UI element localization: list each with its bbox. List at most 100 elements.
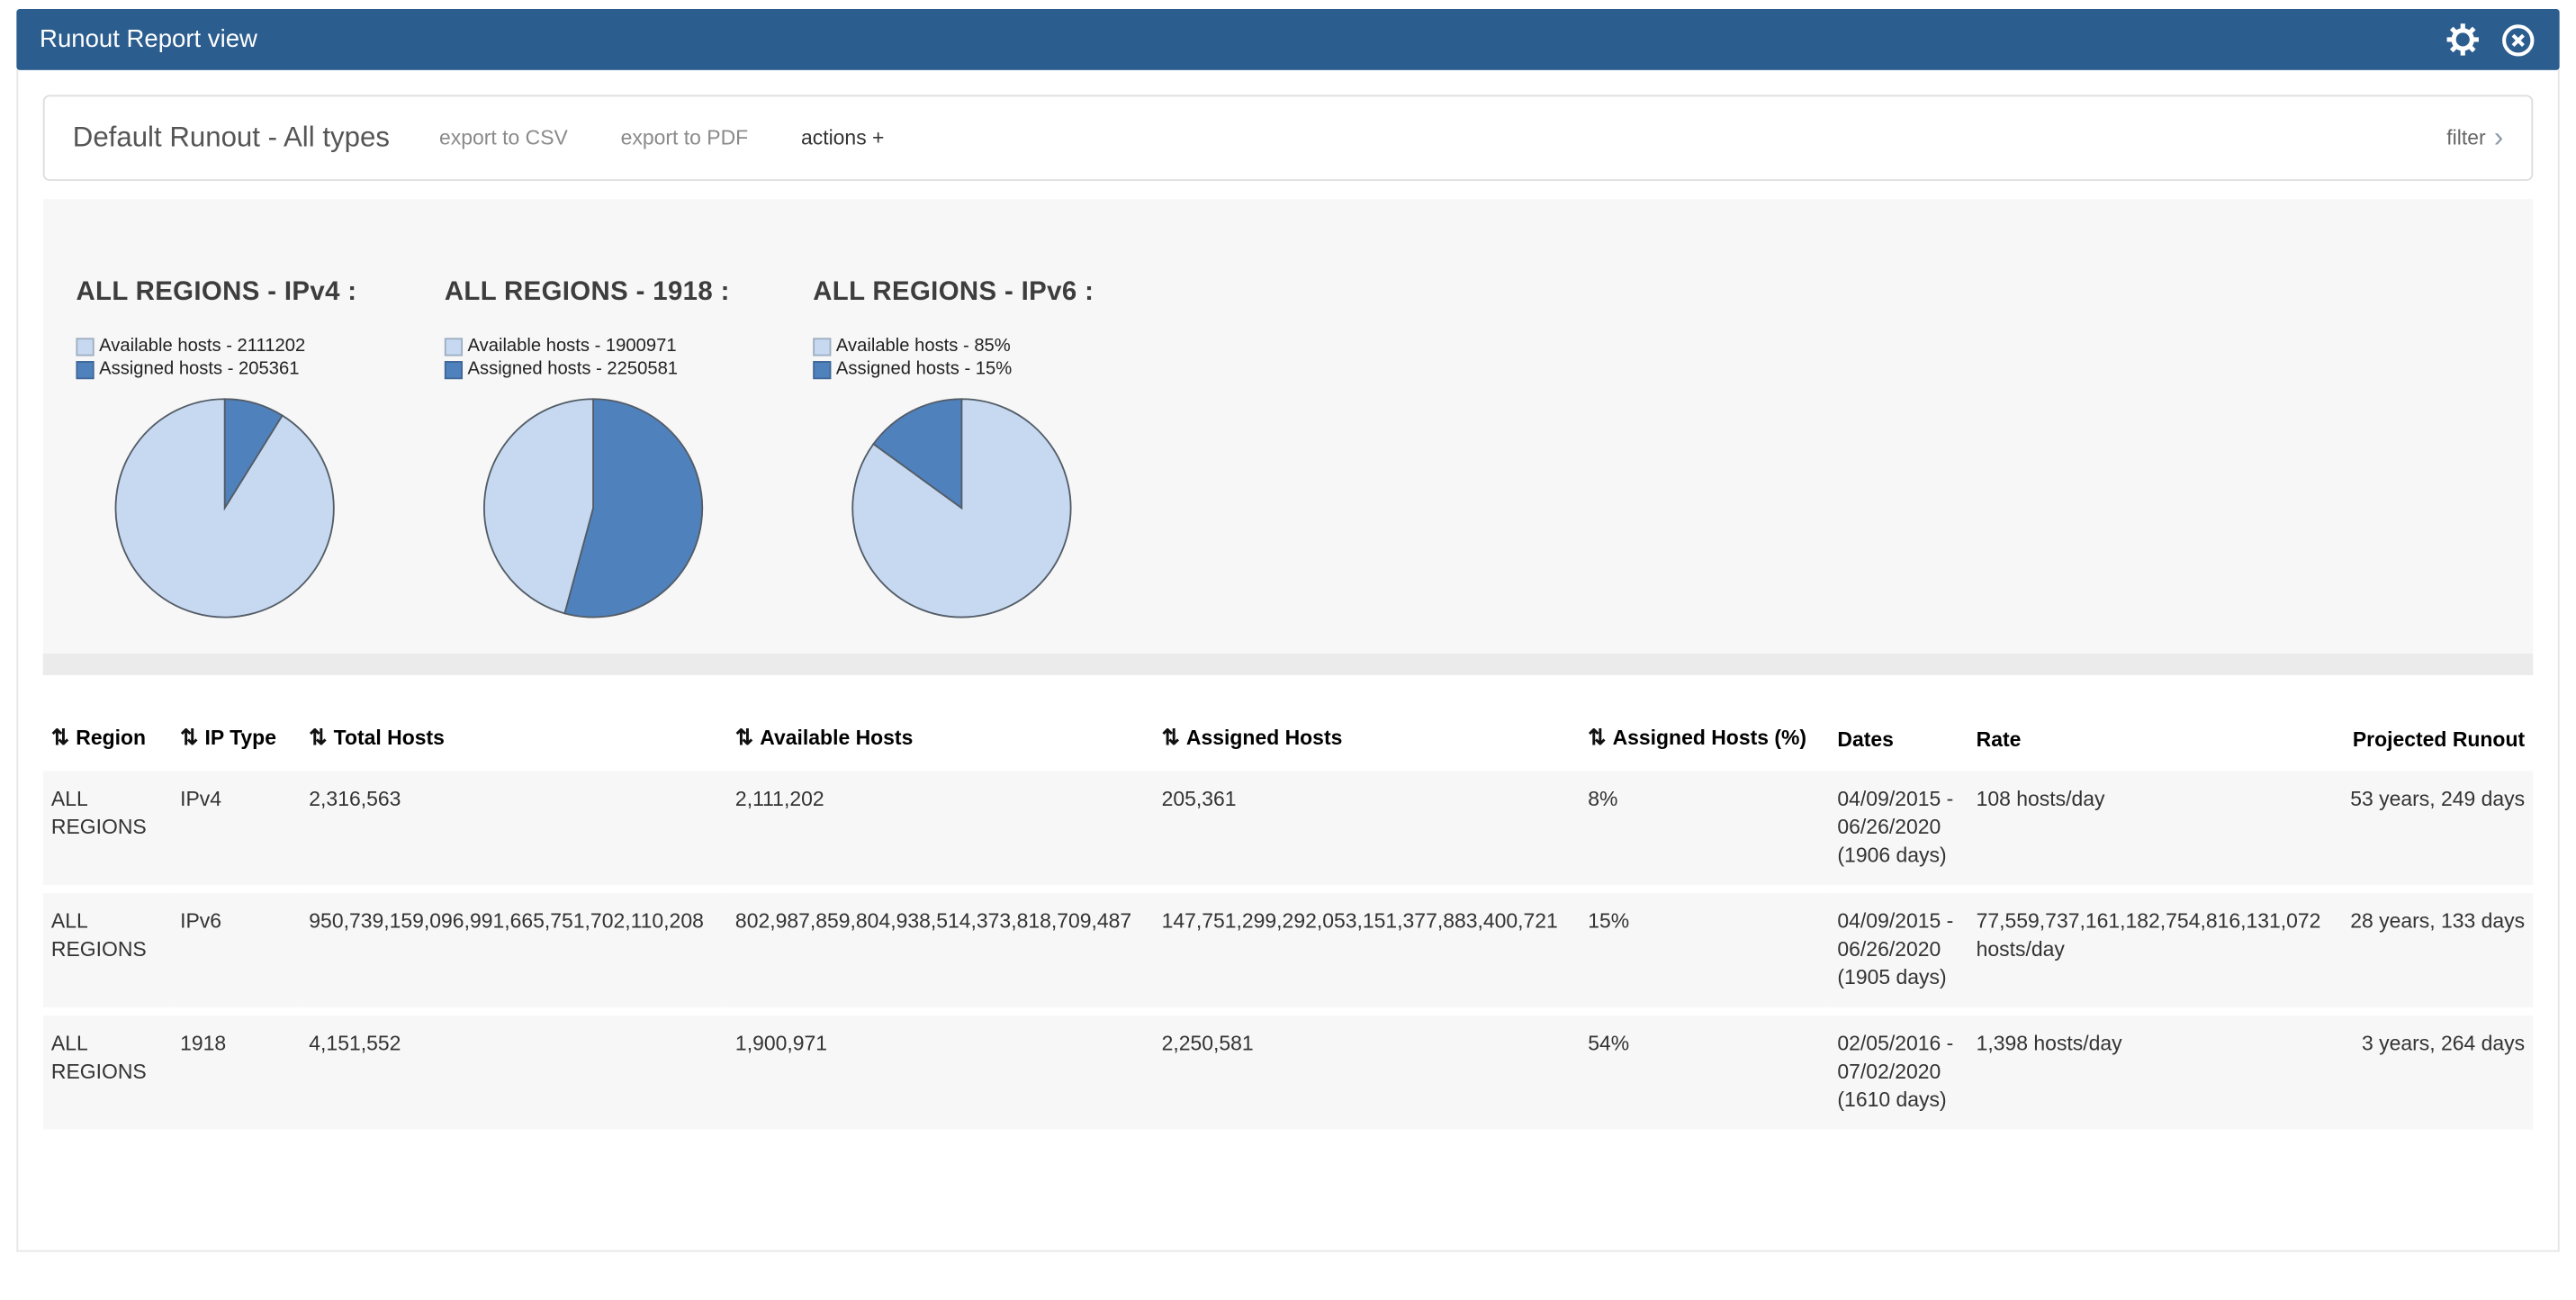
legend-label: Available hosts - 1900971: [468, 336, 677, 356]
column-header-label: Projected Runout: [2353, 728, 2525, 752]
table-cell: IPv4: [172, 771, 301, 885]
legend-item: Assigned hosts - 15%: [813, 357, 1181, 381]
table-cell: 2,316,563: [301, 771, 727, 885]
column-header-projected-runout: Projected Runout: [2339, 717, 2533, 763]
table-cell: 950,739,159,096,991,665,751,702,110,208: [301, 893, 727, 1007]
filter-button[interactable]: filter ›: [2446, 124, 2503, 152]
chart-title: ALL REGIONS - IPv6 :: [813, 278, 1181, 308]
column-header-total-hosts[interactable]: ⇅ Total Hosts: [301, 717, 727, 763]
sort-icon: ⇅: [51, 725, 69, 750]
export-pdf-button[interactable]: export to PDF: [621, 126, 749, 149]
legend-swatch: [813, 337, 831, 355]
settings-gear-icon[interactable]: [2445, 23, 2481, 58]
legend-swatch: [445, 360, 463, 378]
export-csv-button[interactable]: export to CSV: [439, 126, 568, 149]
legend-item: Available hosts - 85%: [813, 335, 1181, 358]
table-row: ALL REGIONSIPv42,316,5632,111,202205,361…: [43, 771, 2534, 885]
table-header-row: ⇅ Region ⇅ IP Type ⇅ Total Hosts ⇅ Available Ho…: [43, 717, 2534, 763]
column-header-available-hosts[interactable]: ⇅ Available Hosts: [727, 717, 1154, 763]
column-header-dates: Dates: [1829, 717, 1968, 763]
table-cell: 108 hosts/day: [1968, 771, 2339, 885]
table-cell: 802,987,859,804,938,514,373,818,709,487: [727, 893, 1154, 1007]
window-title: Runout Report view: [40, 25, 257, 53]
sort-icon: ⇅: [180, 725, 198, 750]
column-header-ip-type[interactable]: ⇅ IP Type: [172, 717, 301, 763]
chart-legend: Available hosts - 85% Assigned hosts - 15…: [813, 335, 1181, 381]
column-header-label: Available Hosts: [760, 727, 913, 750]
table-cell: 2,250,581: [1153, 1016, 1580, 1130]
legend-label: Available hosts - 2111202: [99, 336, 305, 356]
table-cell: 15%: [1580, 893, 1829, 1007]
table-cell: 8%: [1580, 771, 1829, 885]
charts-panel: ALL REGIONS - IPv4 : Available hosts - 21…: [43, 199, 2534, 654]
filter-label: filter: [2446, 126, 2485, 149]
report-card: Default Runout - All types export to CSV…: [16, 70, 2559, 1252]
column-header-label: Assigned Hosts: [1186, 727, 1342, 750]
table-cell: 77,559,737,161,182,754,816,131,072 hosts…: [1968, 893, 2339, 1007]
chart-title: ALL REGIONS - IPv4 :: [76, 278, 444, 308]
legend-swatch: [76, 360, 94, 378]
sort-icon: ⇅: [309, 725, 327, 750]
report-toolbar: Default Runout - All types export to CSV…: [43, 95, 2534, 180]
chart-legend: Available hosts - 2111202 Assigned hosts …: [76, 335, 444, 381]
table-cell: 02/05/2016 - 07/02/2020 (1610 days): [1829, 1016, 1968, 1130]
pie-chart: [846, 393, 1077, 624]
close-icon[interactable]: [2500, 22, 2536, 58]
table-cell: 1,398 hosts/day: [1968, 1016, 2339, 1130]
legend-swatch: [76, 337, 94, 355]
title-bar: Runout Report view: [16, 9, 2559, 70]
legend-label: Available hosts - 85%: [836, 336, 1011, 356]
table-cell: ALL REGIONS: [43, 893, 172, 1007]
sort-icon: ⇅: [735, 725, 753, 750]
charts-divider: [43, 654, 2534, 675]
table-cell: 3 years, 264 days: [2339, 1016, 2533, 1130]
report-name: Default Runout - All types: [73, 122, 390, 155]
legend-item: Assigned hosts - 2250581: [445, 357, 813, 381]
column-header-assigned-hosts[interactable]: ⇅Assigned Hosts: [1153, 717, 1580, 763]
column-header-label: Total Hosts: [334, 727, 445, 750]
legend-label: Assigned hosts - 15%: [836, 359, 1012, 379]
column-header-label: IP Type: [204, 727, 276, 750]
table-cell: 04/09/2015 - 06/26/2020 (1905 days): [1829, 893, 1968, 1007]
table-cell: 205,361: [1153, 771, 1580, 885]
report-table: ⇅ Region ⇅ IP Type ⇅ Total Hosts ⇅ Available Ho…: [43, 709, 2534, 1138]
runout-report-window: Runout Report view: [0, 9, 2576, 1300]
table-cell: 54%: [1580, 1016, 1829, 1130]
chart-legend: Available hosts - 1900971 Assigned hosts …: [445, 335, 813, 381]
table-cell: ALL REGIONS: [43, 1016, 172, 1130]
column-header-assigned-hosts[interactable]: ⇅ Assigned Hosts (%): [1580, 717, 1829, 763]
pie-chart: [478, 393, 709, 624]
legend-item: Assigned hosts - 205361: [76, 357, 444, 381]
pie-chart-group: ALL REGIONS - IPv4 : Available hosts - 21…: [76, 278, 444, 654]
legend-label: Assigned hosts - 205361: [99, 359, 299, 379]
title-bar-icons: [2445, 22, 2536, 58]
table-cell: 1918: [172, 1016, 301, 1130]
table-cell: IPv6: [172, 893, 301, 1007]
sort-icon: ⇅: [1588, 725, 1606, 750]
legend-label: Assigned hosts - 2250581: [468, 359, 679, 379]
column-header-rate: Rate: [1968, 717, 2339, 763]
column-header-label: Assigned Hosts (%): [1613, 727, 1807, 750]
actions-menu-button[interactable]: actions +: [801, 126, 885, 149]
legend-swatch: [445, 337, 463, 355]
table-cell: 04/09/2015 - 06/26/2020 (1906 days): [1829, 771, 1968, 885]
pie-chart-group: ALL REGIONS - 1918 : Available hosts - 19…: [445, 278, 813, 654]
table-cell: 147,751,299,292,053,151,377,883,400,721: [1153, 893, 1580, 1007]
table-row: ALL REGIONSIPv6950,739,159,096,991,665,7…: [43, 893, 2534, 1007]
pie-chart: [109, 393, 340, 624]
legend-item: Available hosts - 2111202: [76, 335, 444, 358]
column-header-label: Region: [76, 727, 146, 750]
table-cell: 53 years, 249 days: [2339, 771, 2533, 885]
table-cell: 4,151,552: [301, 1016, 727, 1130]
table-cell: ALL REGIONS: [43, 771, 172, 885]
column-header-label: Rate: [1977, 728, 2022, 752]
chevron-right-icon: ›: [2494, 122, 2503, 150]
table-cell: 1,900,971: [727, 1016, 1154, 1130]
table-cell: 2,111,202: [727, 771, 1154, 885]
pie-chart-group: ALL REGIONS - IPv6 : Available hosts - 85…: [813, 278, 1181, 654]
pie-slice: [115, 399, 333, 617]
column-header-region[interactable]: ⇅ Region: [43, 717, 172, 763]
table-row: ALL REGIONS19184,151,5521,900,9712,250,5…: [43, 1016, 2534, 1130]
table-cell: 28 years, 133 days: [2339, 893, 2533, 1007]
chart-title: ALL REGIONS - 1918 :: [445, 278, 813, 308]
